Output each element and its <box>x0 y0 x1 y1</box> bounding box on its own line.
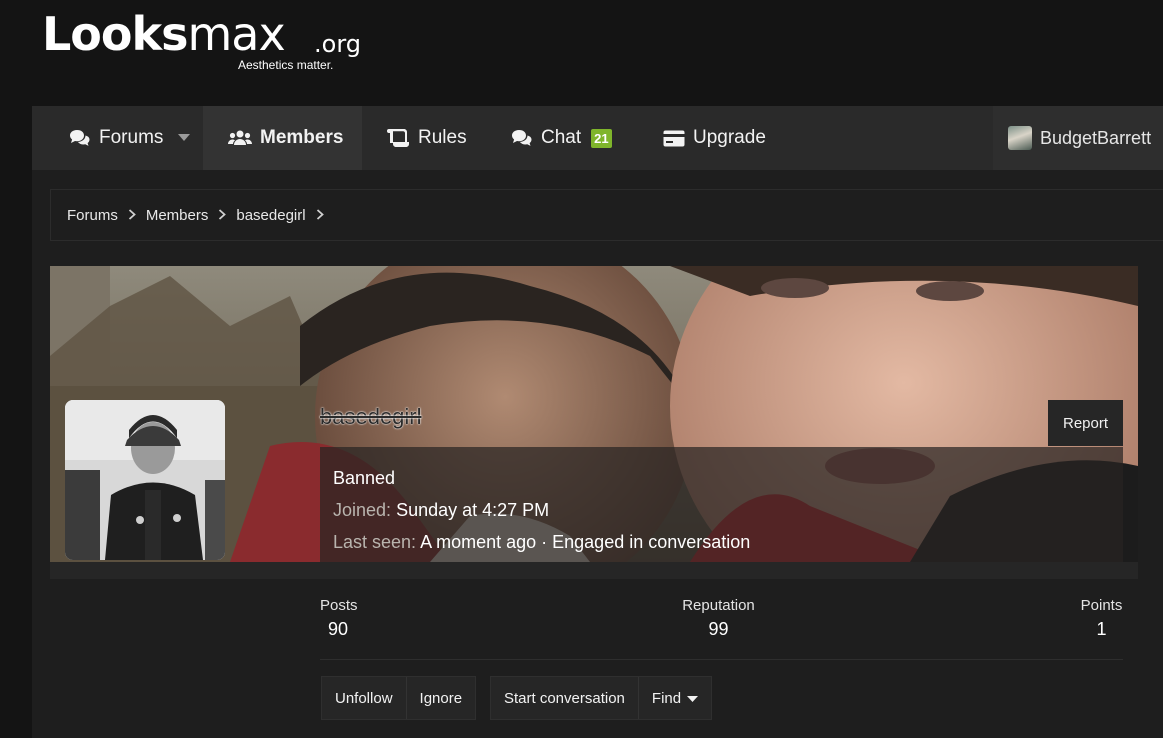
logo-tagline: Aesthetics matter. <box>238 58 334 72</box>
caret-down-icon <box>178 129 190 147</box>
profile-info-box: Banned Joined: Sunday at 4:27 PM Last se… <box>320 447 1123 562</box>
find-label: Find <box>651 689 682 707</box>
user-account-menu[interactable]: BudgetBarrett <box>993 106 1163 170</box>
nav-upgrade-label: Upgrade <box>693 127 766 148</box>
breadcrumb-forums[interactable]: Forums <box>67 207 118 224</box>
nav-members[interactable]: Members <box>203 106 362 170</box>
users-icon <box>228 130 252 146</box>
nav-chat-label: Chat <box>541 127 582 148</box>
nav-members-label: Members <box>260 127 344 148</box>
stat-reputation[interactable]: Reputation 99 <box>680 597 757 640</box>
logo-word-bold: Looks <box>42 7 188 61</box>
credit-card-icon <box>663 130 685 147</box>
posts-value: 90 <box>328 619 349 639</box>
chevron-right-icon <box>128 208 136 223</box>
caret-down-icon <box>687 690 699 707</box>
joined-value: Sunday at 4:27 PM <box>396 500 550 520</box>
reputation-label: Reputation <box>682 597 755 614</box>
user-avatar <box>1008 126 1032 150</box>
chevron-right-icon <box>218 208 227 223</box>
last-seen-row: Last seen: A moment ago · Engaged in con… <box>333 526 1110 558</box>
ignore-button[interactable]: Ignore <box>406 677 476 719</box>
avatar-photo-icon <box>65 400 225 560</box>
joined-label: Joined: <box>333 500 392 520</box>
follow-ignore-group: Unfollow Ignore <box>321 676 477 720</box>
nav-rules[interactable]: Rules <box>386 106 467 170</box>
cover-bottom-strip <box>50 562 1138 579</box>
conversation-find-group: Start conversation Find <box>490 676 713 720</box>
joined-row: Joined: Sunday at 4:27 PM <box>333 494 1110 526</box>
reputation-value: 99 <box>708 619 729 639</box>
start-conversation-button[interactable]: Start conversation <box>491 677 639 719</box>
site-logo[interactable]: Looksmax .org Aesthetics matter. <box>42 6 372 76</box>
breadcrumb: Forums Members basedegirl <box>50 189 1163 241</box>
nav-upgrade[interactable]: Upgrade <box>663 106 766 170</box>
breadcrumb-user[interactable]: basedegirl <box>236 207 305 224</box>
stats-divider <box>320 659 1123 660</box>
unfollow-button[interactable]: Unfollow <box>322 677 407 719</box>
chat-unread-badge: 21 <box>591 128 612 148</box>
nav-rules-label: Rules <box>418 127 467 148</box>
logo-word-thin: max <box>187 7 286 61</box>
nav-forums-label: Forums <box>99 127 164 148</box>
points-value: 1 <box>1096 619 1107 639</box>
nav-chat[interactable]: Chat 21 <box>511 106 612 170</box>
chat-icon <box>511 129 533 147</box>
find-dropdown-button[interactable]: Find <box>638 677 712 719</box>
user-status: Banned <box>333 468 396 488</box>
profile-cover-banner: basedegirl Report Banned Joined: Sunday … <box>50 266 1138 562</box>
stat-points[interactable]: Points 1 <box>1080 597 1123 640</box>
last-seen-value[interactable]: A moment ago · Engaged in conversation <box>420 532 750 552</box>
user-name: BudgetBarrett <box>1040 127 1152 148</box>
last-seen-label: Last seen: <box>333 532 417 552</box>
breadcrumb-members[interactable]: Members <box>146 207 209 224</box>
forums-dropdown-toggle[interactable] <box>173 106 195 170</box>
main-content: Forums Members basedegirl basedegirl Rep… <box>32 170 1163 738</box>
chevron-right-icon <box>316 208 324 223</box>
logo-tld: .org <box>314 30 361 58</box>
main-navbar: Forums Members Rules Chat 21 Upgrade Bud… <box>32 106 1163 170</box>
scroll-icon <box>386 128 410 148</box>
posts-label: Posts <box>320 597 358 614</box>
logo-wordmark: Looksmax <box>42 6 286 62</box>
nav-forums[interactable]: Forums <box>69 106 163 170</box>
profile-avatar[interactable] <box>65 400 225 560</box>
points-label: Points <box>1080 597 1123 614</box>
profile-username: basedegirl <box>320 404 422 429</box>
stat-posts[interactable]: Posts 90 <box>320 597 358 640</box>
comments-icon <box>69 129 91 147</box>
report-button[interactable]: Report <box>1048 400 1123 446</box>
